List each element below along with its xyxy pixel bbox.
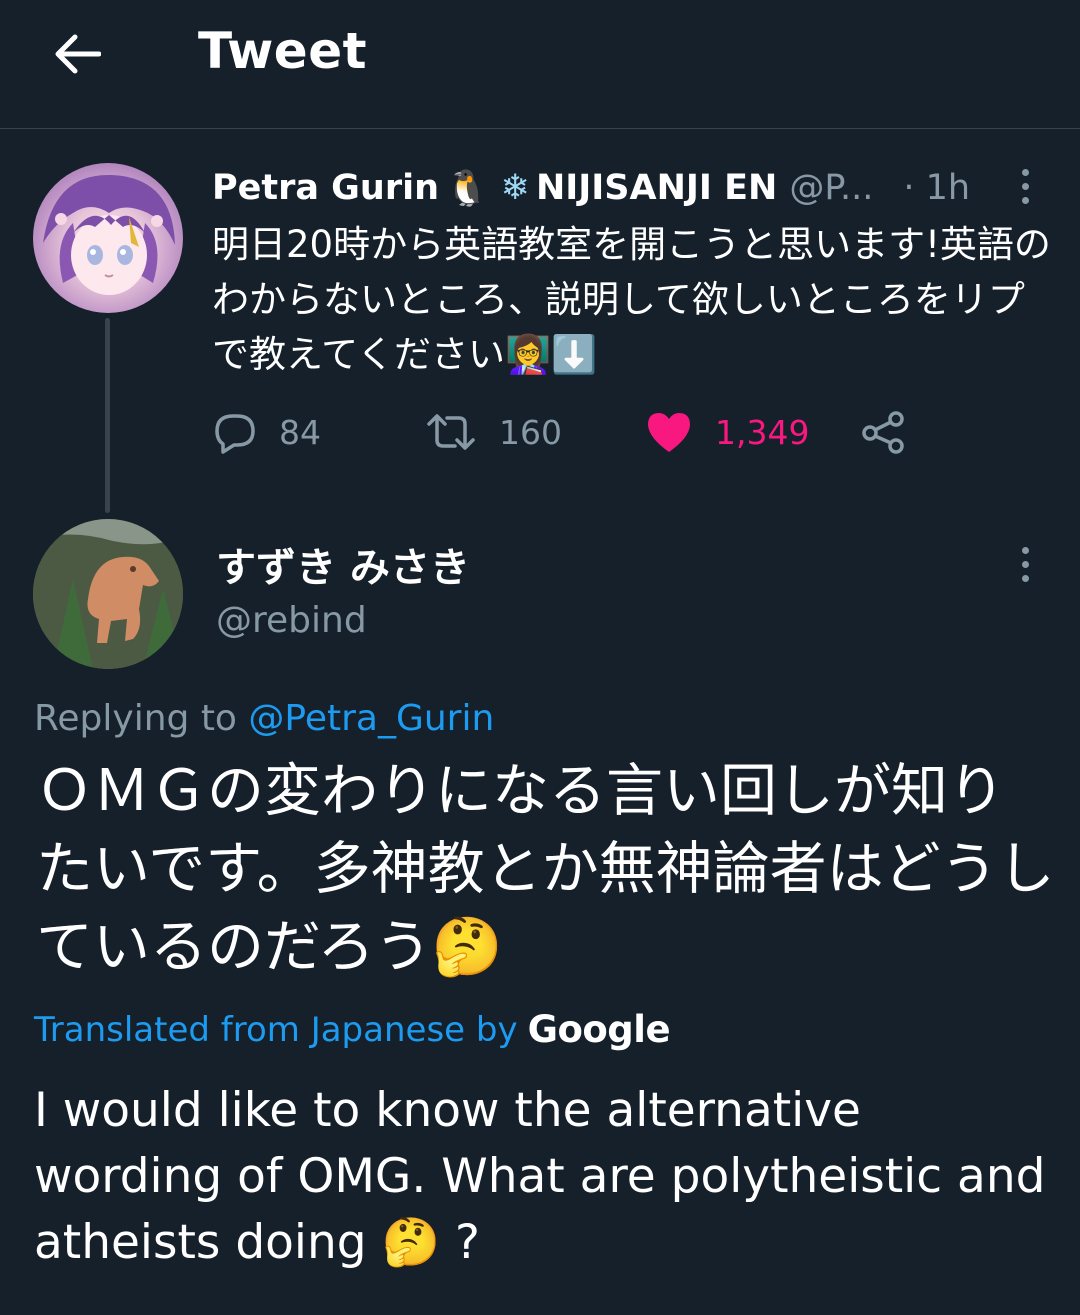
translation-attribution[interactable]: Translated from Japanese by Google xyxy=(34,1008,671,1051)
replying-to-line: Replying to @Petra_Gurin xyxy=(34,698,494,739)
avatar-petra-gurin[interactable] xyxy=(33,163,183,313)
share-icon xyxy=(862,411,904,454)
parent-tweet-header: Petra Gurin 🐧 ❄ NIJISANJI EN @P... · 1h xyxy=(212,164,970,212)
heart-filled-icon xyxy=(648,413,690,452)
reply-tweet-text: ＯＭＧの変わりになる言い回しが知りたいです。多神教とか無神論者はどうしているのだ… xyxy=(36,758,1055,980)
reply-button[interactable]: 84 xyxy=(213,407,321,457)
thread-connector xyxy=(105,318,110,513)
page-title: Tweet xyxy=(198,22,368,80)
parent-handle[interactable]: @P... xyxy=(789,168,873,208)
reply-display-name[interactable]: すずき みさき xyxy=(216,535,470,593)
avatar-illustration xyxy=(43,174,175,295)
parent-timestamp[interactable]: · 1h xyxy=(903,168,970,208)
parent-display-name-suffix[interactable]: NIJISANJI EN xyxy=(536,168,777,208)
retweet-icon xyxy=(427,414,475,450)
reply-count: 84 xyxy=(279,412,321,452)
translated-text: I would like to know the alternative wor… xyxy=(34,1083,1046,1270)
avatar-suzuki-misaki[interactable] xyxy=(33,519,183,669)
share-button[interactable] xyxy=(860,407,908,457)
replying-to-mention[interactable]: @Petra_Gurin xyxy=(248,698,494,739)
google-logo: Google xyxy=(527,1008,671,1051)
reply-more-options-icon[interactable] xyxy=(1011,540,1039,588)
replying-to-label: Replying to xyxy=(34,698,237,739)
avatar-photo xyxy=(33,519,183,669)
top-bar: Tweet xyxy=(0,0,1080,129)
parent-tweet-text: 明日20時から英語教室を開こうと思います!英語のわからないところ、説明して欲しい… xyxy=(212,223,1051,376)
snowflake-emoji: ❄ xyxy=(500,168,530,208)
like-button[interactable]: 1,349 xyxy=(645,407,809,457)
arrow-left-icon xyxy=(55,34,101,74)
like-count: 1,349 xyxy=(715,412,810,452)
parent-display-name[interactable]: Petra Gurin xyxy=(212,168,439,208)
back-button[interactable] xyxy=(46,26,108,82)
reply-handle[interactable]: @rebind xyxy=(216,600,367,641)
retweet-count: 160 xyxy=(499,412,562,452)
translated-label: Translated from Japanese by xyxy=(34,1009,518,1050)
retweet-button[interactable]: 160 xyxy=(425,407,562,457)
parent-more-options-icon[interactable] xyxy=(1011,162,1039,210)
penguin-emoji: 🐧 xyxy=(445,168,489,209)
reply-icon xyxy=(215,414,255,454)
